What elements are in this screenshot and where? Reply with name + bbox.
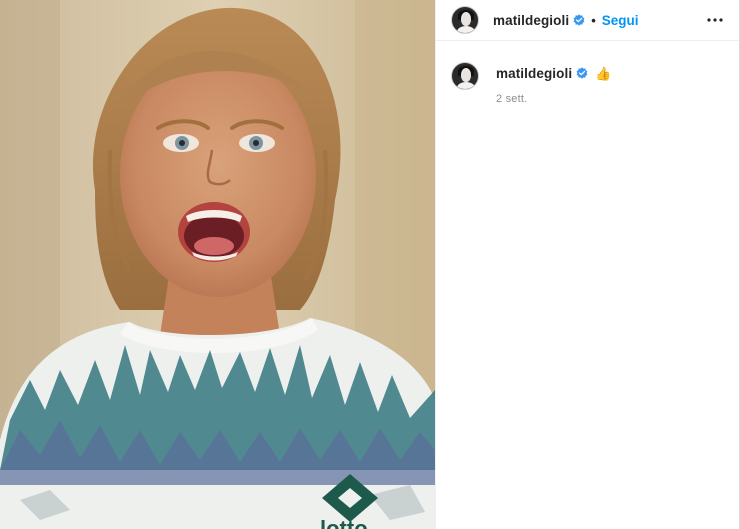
caption-line: matildegioli 👍 [496,64,611,82]
caption-body: matildegioli 👍 2 sett. [496,62,611,106]
post-side-panel: matildegioli • Segui matildegioli 👍 2 se… [435,0,739,529]
header-username[interactable]: matildegioli [493,13,569,28]
post-timestamp[interactable]: 2 sett. [496,93,611,105]
caption-emoji: 👍 [595,65,612,81]
caption-avatar[interactable] [451,62,479,90]
more-horizontal-icon [707,18,723,22]
caption-username[interactable]: matildegioli [496,66,572,81]
caption-comment: matildegioli 👍 2 sett. [436,41,739,105]
post-image: lotto [0,0,435,529]
follow-button[interactable]: Segui [602,13,639,28]
verified-badge-icon [573,14,585,26]
post-header: matildegioli • Segui [436,0,739,41]
header-separator: • [591,12,596,28]
verified-badge-icon [576,67,588,79]
more-options-button[interactable] [703,8,727,32]
svg-text:lotto: lotto [320,516,368,529]
post-dialog: lotto matildegioli • Segui matildegioli … [0,0,740,529]
post-photo[interactable]: lotto [0,0,435,529]
profile-avatar[interactable] [451,6,479,34]
